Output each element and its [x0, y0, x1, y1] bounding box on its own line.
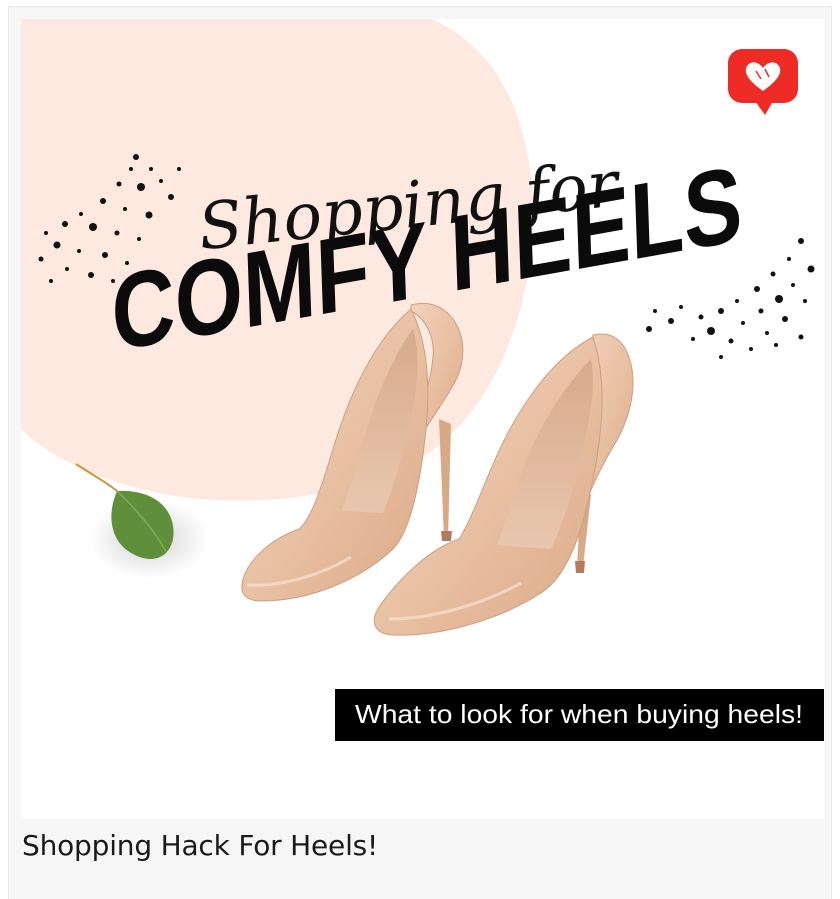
subtitle-banner: What to look for when buying heels!	[335, 689, 824, 741]
post-graphic: Shopping for COMFY HEELS What to look fo…	[21, 19, 824, 741]
heart-speech-bubble-icon[interactable]	[728, 49, 798, 115]
post-image[interactable]: Shopping for COMFY HEELS What to look fo…	[21, 19, 824, 819]
banner-text: What to look for when buying heels!	[355, 699, 803, 729]
post-caption[interactable]: Shopping Hack For Heels!	[22, 826, 802, 866]
